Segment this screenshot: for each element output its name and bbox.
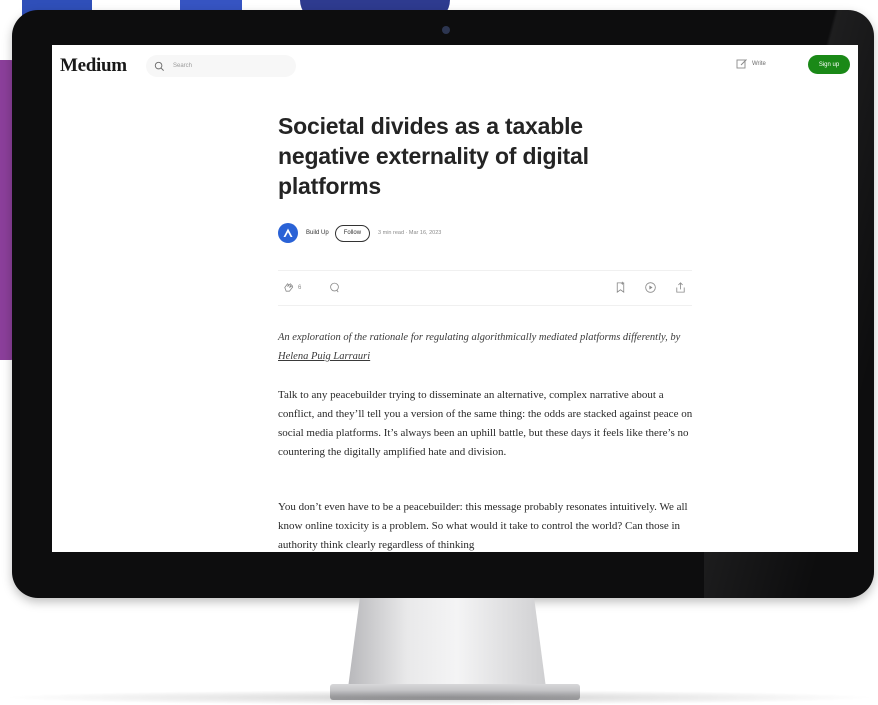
article-paragraph: Talk to any peacebuilder trying to disse… bbox=[278, 389, 693, 458]
monitor-stand bbox=[348, 598, 546, 688]
monitor-bezel: Medium Search Write Sign up Societal div… bbox=[12, 10, 874, 598]
floor-shadow bbox=[0, 690, 878, 705]
article-paragraph: You don’t even have to be a peacebuilder… bbox=[278, 501, 688, 551]
browser-viewport: Medium Search Write Sign up Societal div… bbox=[52, 45, 858, 552]
bookmark-icon bbox=[616, 281, 625, 293]
subtitle-author-link[interactable]: Helena Puig Larrauri bbox=[278, 351, 370, 362]
avatar-logo-icon bbox=[283, 228, 293, 237]
article-title: Societal divides as a taxable negative e… bbox=[278, 113, 589, 199]
webcam bbox=[442, 26, 450, 34]
article-action-bar: 6 bbox=[278, 270, 692, 306]
bookmark-button[interactable] bbox=[614, 281, 627, 294]
share-button[interactable] bbox=[674, 281, 687, 294]
follow-button[interactable]: Follow bbox=[334, 224, 371, 242]
clap-icon bbox=[284, 283, 294, 292]
comment-icon bbox=[330, 282, 339, 293]
clap-count: 6 bbox=[298, 284, 302, 291]
write-button[interactable]: Write bbox=[736, 58, 766, 70]
listen-icon bbox=[645, 282, 656, 293]
write-label: Write bbox=[752, 61, 766, 67]
top-navigation-bar: Medium Search Write Sign up bbox=[52, 45, 858, 85]
search-placeholder: Search bbox=[173, 63, 193, 69]
signup-button[interactable]: Sign up bbox=[808, 55, 850, 74]
comment-button[interactable] bbox=[328, 281, 341, 294]
author-avatar[interactable] bbox=[278, 223, 298, 243]
medium-logo[interactable]: Medium bbox=[60, 55, 127, 77]
search-icon bbox=[154, 61, 164, 71]
article-byline: Build Up Follow 3 min read · Mar 16, 202… bbox=[278, 223, 441, 243]
listen-button[interactable] bbox=[644, 281, 657, 294]
share-icon bbox=[676, 282, 685, 293]
author-name[interactable]: Build Up bbox=[306, 230, 329, 236]
clap-button[interactable]: 6 bbox=[282, 281, 301, 294]
subtitle-text: An exploration of the rationale for regu… bbox=[278, 332, 681, 343]
search-input[interactable]: Search bbox=[146, 55, 296, 77]
write-icon bbox=[736, 59, 747, 69]
article-subtitle: An exploration of the rationale for regu… bbox=[278, 328, 694, 366]
article-meta: 3 min read · Mar 16, 2023 bbox=[378, 230, 442, 236]
